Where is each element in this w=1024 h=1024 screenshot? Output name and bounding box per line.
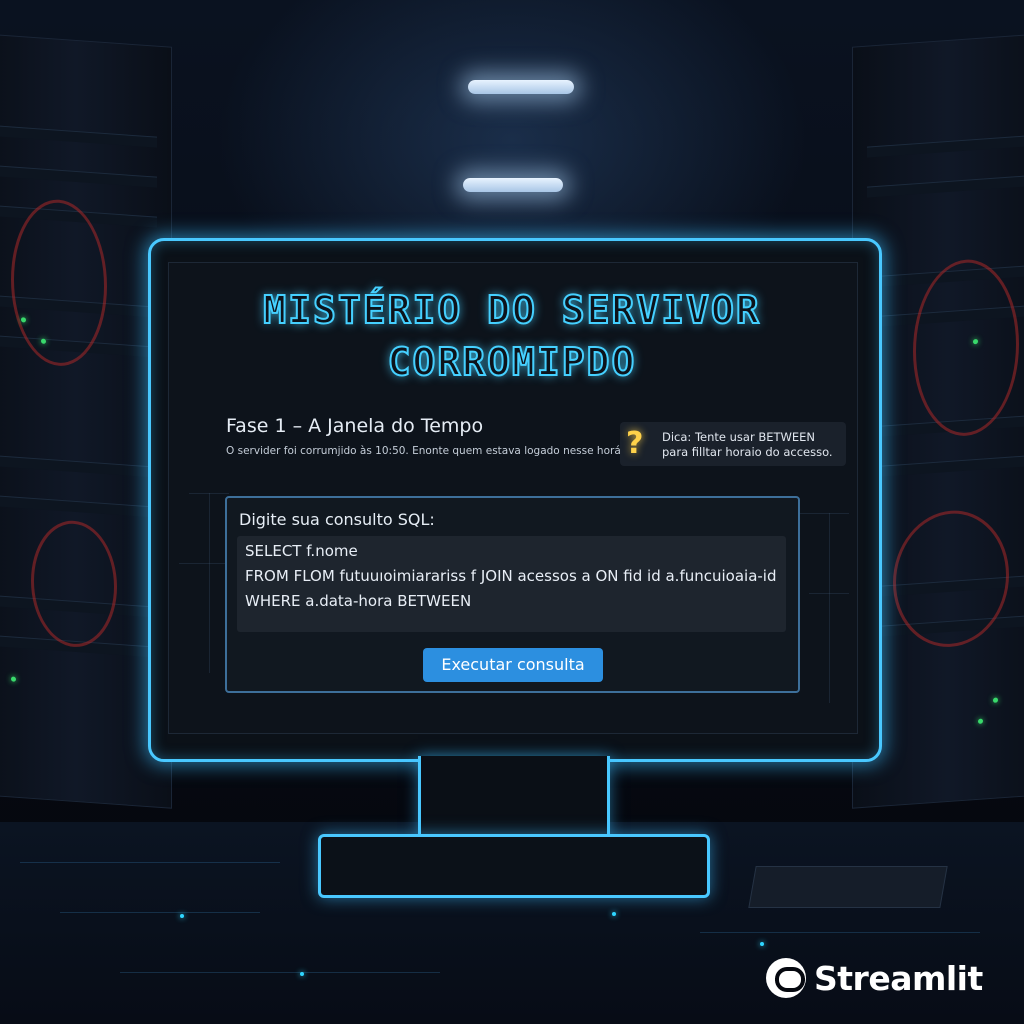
sql-line: WHERE a.data-hora BETWEEN: [245, 592, 472, 610]
sql-input-label: Digite sua consulto SQL:: [239, 510, 435, 529]
game-title-line1: MISTÉRIO DO SERVIVOR: [262, 287, 761, 333]
question-icon: ?: [626, 426, 644, 461]
sql-input[interactable]: SELECT f.nome FROM FLOM futuuıoimiararis…: [237, 536, 786, 632]
phase-description: O servider foi corrumjido às 10:50. Enon…: [226, 445, 640, 457]
game-title-line2: CORROMIPDO: [387, 339, 637, 385]
hint-box: ? Dica: Tente usar BETWEEN para filltar …: [620, 422, 846, 466]
ceiling-light: [468, 80, 574, 94]
execute-query-button[interactable]: Executar consulta: [423, 648, 603, 682]
server-rack-left: [0, 33, 172, 809]
streamlit-logo-icon: [766, 958, 806, 998]
hint-text: Dica: Tente usar BETWEEN para filltar ho…: [662, 430, 833, 459]
sql-line: FROM FLOM futuuıoimiarariss f JOIN acess…: [245, 567, 777, 585]
phase-title: Fase 1 – A Janela do Tempo: [226, 415, 484, 437]
sql-line: SELECT f.nome: [245, 542, 358, 560]
streamlit-logo: Streamlit: [766, 954, 983, 1002]
monitor-stand-base: [318, 834, 710, 898]
query-panel: Digite sua consulto SQL: SELECT f.nome F…: [225, 496, 800, 693]
monitor-stand-neck: [418, 756, 610, 839]
desk-pad: [748, 866, 948, 908]
streamlit-logo-text: Streamlit: [814, 958, 983, 998]
ceiling-light: [463, 178, 563, 192]
